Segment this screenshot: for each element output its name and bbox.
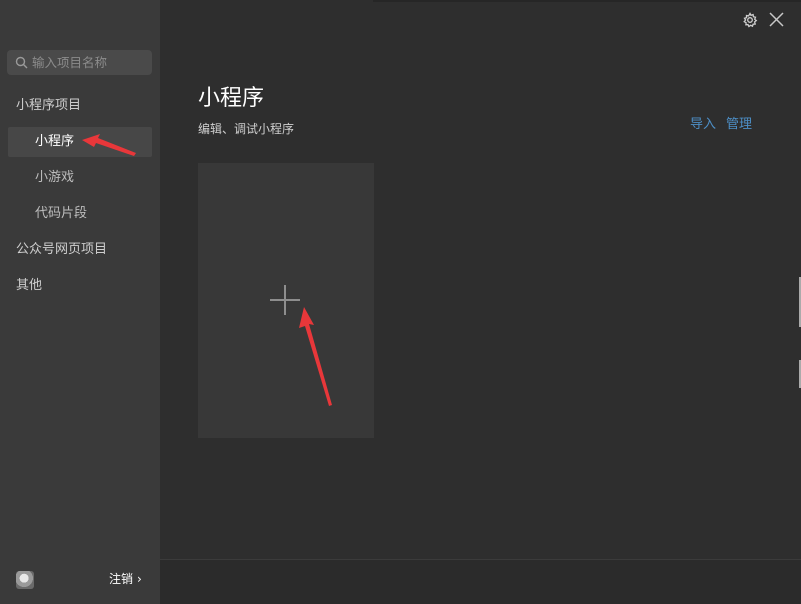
nav-group-official-account-projects[interactable]: 公众号网页项目	[16, 235, 107, 265]
import-link[interactable]: 导入	[690, 113, 716, 132]
nav-group-miniprogram-projects[interactable]: 小程序项目	[16, 91, 81, 121]
nav-item-miniprogram[interactable]: 小程序	[8, 127, 152, 157]
avatar[interactable]	[16, 571, 34, 589]
sidebar: 小程序项目 小程序 小游戏 代码片段 公众号网页项目 其他	[0, 0, 160, 604]
page-title: 小程序	[198, 86, 265, 111]
search-input[interactable]	[32, 55, 142, 70]
search-icon	[14, 56, 28, 70]
page-subtitle: 编辑、调试小程序	[198, 122, 295, 136]
new-project-card[interactable]	[198, 163, 374, 438]
bottom-bar	[160, 559, 801, 604]
logout-link[interactable]: 注销	[109, 570, 133, 588]
nav-group-other[interactable]: 其他	[16, 271, 42, 301]
gear-icon[interactable]	[742, 12, 758, 28]
chevron-right-icon[interactable]: ›	[137, 570, 142, 588]
window-top-edge	[373, 0, 801, 2]
plus-icon	[269, 284, 301, 316]
nav-item-code-snippets[interactable]: 代码片段	[8, 199, 152, 229]
close-icon[interactable]	[768, 11, 785, 28]
search-box[interactable]	[7, 50, 152, 75]
manage-link[interactable]: 管理	[726, 113, 752, 132]
nav-item-minigame[interactable]: 小游戏	[8, 163, 152, 193]
